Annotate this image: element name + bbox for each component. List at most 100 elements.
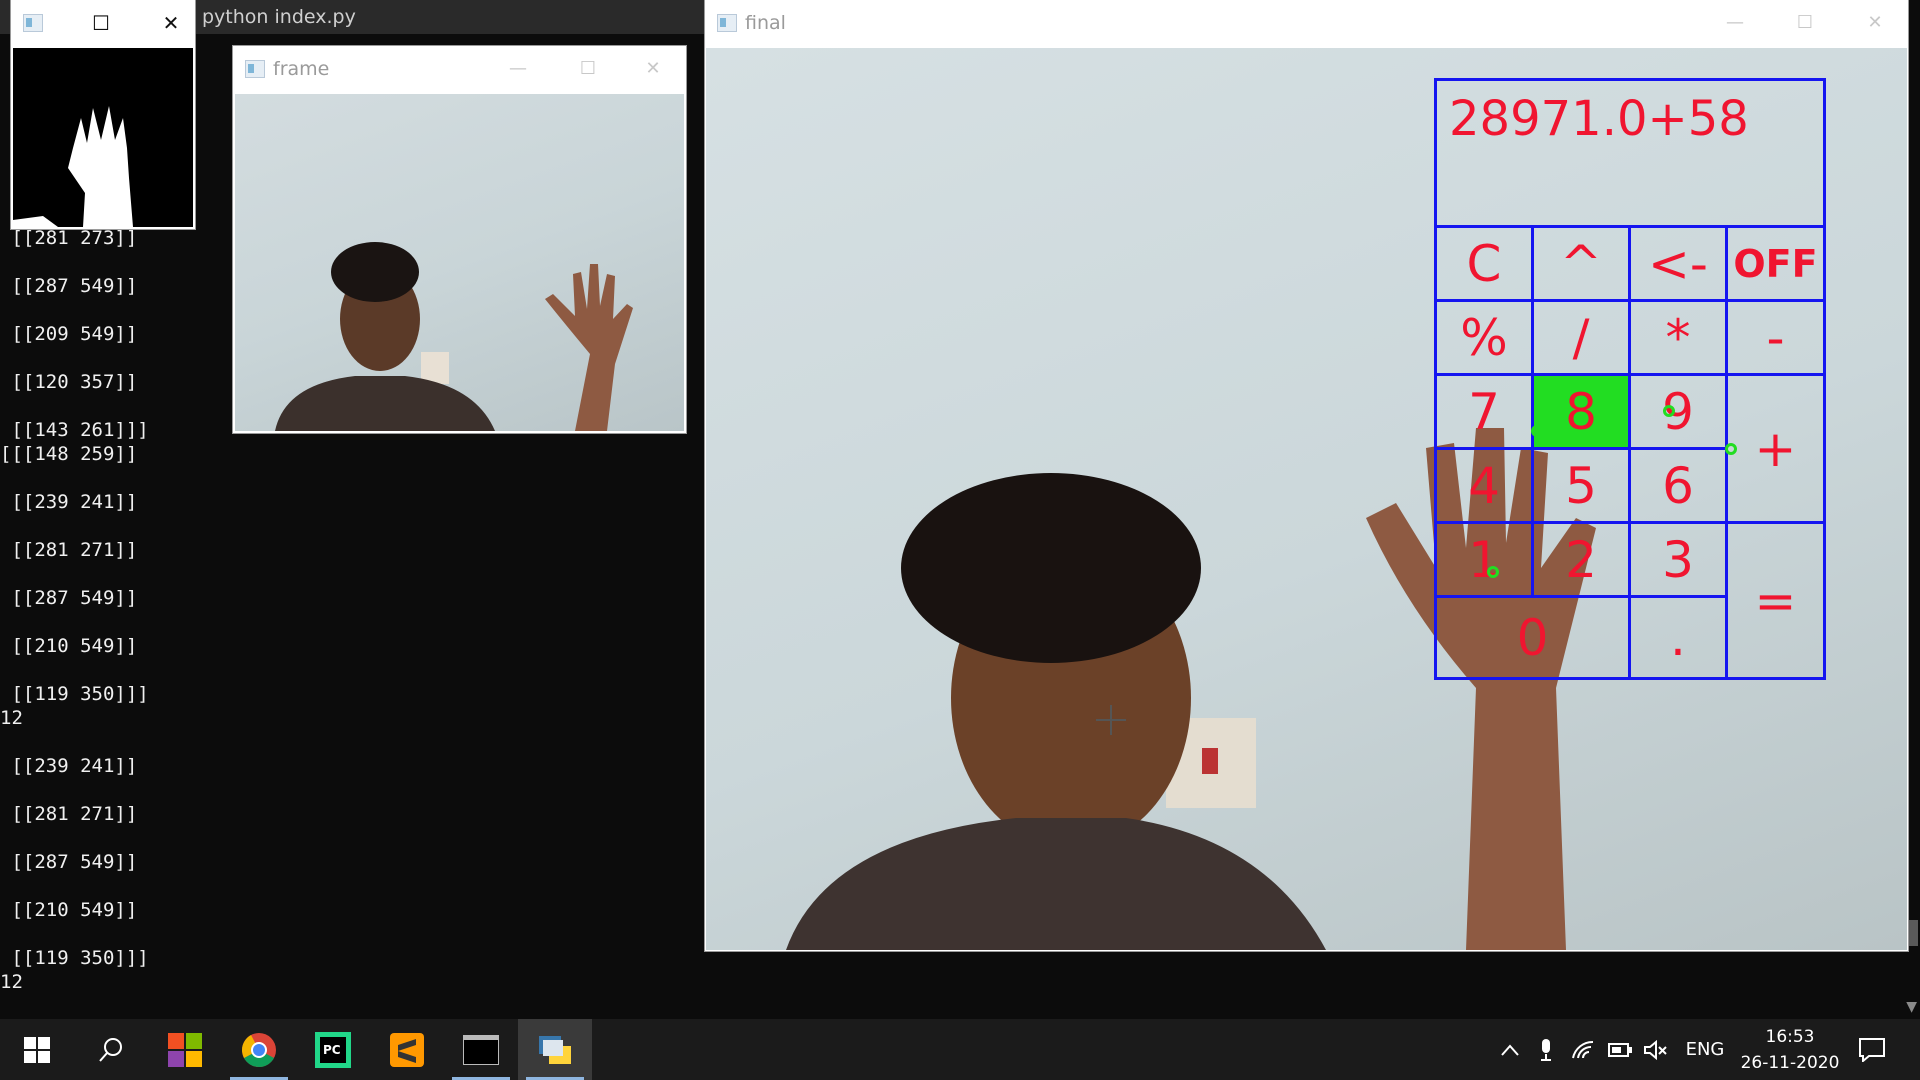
console-line: [[239 241]] [0, 491, 138, 513]
scrollbar-thumb[interactable] [1908, 920, 1918, 946]
close-button[interactable]: ✕ [151, 8, 191, 38]
key-6[interactable]: 6 [1628, 447, 1728, 524]
clock-date: 26-11-2020 [1740, 1052, 1840, 1073]
terminal-icon [463, 1034, 499, 1065]
console-line: [[287 549]] [0, 851, 138, 873]
key-power[interactable]: ^ [1531, 225, 1631, 302]
tray-volume[interactable] [1640, 1019, 1672, 1080]
key-divide[interactable]: / [1531, 299, 1631, 376]
console-line: [[281 271]] [0, 539, 138, 561]
taskbar-pycharm[interactable]: PC [296, 1019, 370, 1080]
tray-microphone[interactable] [1531, 1019, 1561, 1080]
close-button[interactable]: ✕ [1855, 8, 1895, 38]
maximize-button[interactable]: ☐ [568, 54, 608, 84]
action-center-button[interactable] [1850, 1019, 1894, 1080]
camera-frame [235, 94, 684, 431]
tray-clock[interactable]: 16:53 26-11-2020 [1735, 1019, 1845, 1080]
start-button[interactable] [0, 1019, 74, 1080]
key-off[interactable]: OFF [1725, 225, 1826, 302]
console-line: [[[148 259]] [0, 443, 138, 465]
final-camera-view: 28971.0+58 C ^ <- OFF % / * - 7 8 9 + 4 … [706, 48, 1907, 950]
tray-network[interactable] [1567, 1019, 1599, 1080]
hand-mask-image [13, 106, 133, 227]
virtual-calculator[interactable]: 28971.0+58 C ^ <- OFF % / * - 7 8 9 + 4 … [1434, 78, 1826, 680]
search-button[interactable] [74, 1019, 148, 1080]
console-line: [[281 271]] [0, 803, 138, 825]
maximize-button[interactable]: ☐ [1785, 8, 1825, 38]
taskbar-python[interactable] [518, 1019, 592, 1080]
console-line: [[119 350]]] [0, 683, 149, 705]
notification-icon [1859, 1037, 1885, 1062]
console-line: [[287 549]] [0, 587, 138, 609]
minimize-button[interactable]: — [498, 54, 538, 84]
key-minus[interactable]: - [1725, 299, 1826, 376]
taskbar-sublime[interactable] [370, 1019, 444, 1080]
tray-battery[interactable] [1604, 1019, 1636, 1080]
console-line: [[210 549]] [0, 899, 138, 921]
console-line: [[239 241]] [0, 755, 138, 777]
key-plus[interactable]: + [1725, 373, 1826, 524]
search-icon [99, 1037, 122, 1062]
taskbar-chrome[interactable] [222, 1019, 296, 1080]
key-4[interactable]: 4 [1434, 447, 1534, 524]
battery-icon [1608, 1042, 1632, 1057]
fingertip-marker [1663, 405, 1675, 417]
key-5[interactable]: 5 [1531, 447, 1631, 524]
taskbar-store[interactable] [148, 1019, 222, 1080]
pycharm-icon: PC [315, 1031, 351, 1068]
key-percent[interactable]: % [1434, 299, 1534, 376]
key-clear[interactable]: C [1434, 225, 1534, 302]
key-0[interactable]: 0 [1434, 595, 1631, 680]
scroll-down-icon[interactable]: ▼ [1906, 999, 1917, 1015]
frame-window[interactable]: frame — ☐ ✕ [233, 46, 686, 433]
svg-text:PC: PC [323, 1043, 341, 1057]
key-9[interactable]: 9 [1628, 373, 1728, 450]
minimize-button[interactable]: — [1715, 8, 1755, 38]
key-backspace[interactable]: <- [1628, 225, 1728, 302]
store-icon [168, 1032, 202, 1067]
console-line: [[210 549]] [0, 635, 138, 657]
key-decimal[interactable]: . [1628, 595, 1728, 680]
chevron-up-icon [1501, 1043, 1519, 1056]
show-hidden-icons[interactable] [1495, 1019, 1525, 1080]
calculator-display: 28971.0+58 [1434, 78, 1826, 228]
frame-titlebar[interactable]: frame — ☐ ✕ [233, 46, 686, 92]
key-3[interactable]: 3 [1628, 521, 1728, 598]
window-title: final [745, 12, 786, 34]
key-equals[interactable]: = [1725, 521, 1826, 680]
taskbar-terminal[interactable] [444, 1019, 518, 1080]
final-titlebar[interactable]: final — ☐ ✕ [705, 0, 1908, 46]
console-line: [[119 350]]] [0, 947, 149, 969]
key-1[interactable]: 1 [1434, 521, 1534, 598]
tray-language[interactable]: ENG [1680, 1019, 1730, 1080]
webcam-image [275, 242, 633, 431]
fingertip-marker [1487, 566, 1499, 578]
close-button[interactable]: ✕ [633, 54, 673, 84]
python-icon [539, 1035, 571, 1064]
maximize-button[interactable]: ☐ [81, 8, 121, 38]
microphone-icon [1541, 1038, 1551, 1061]
mask-window[interactable]: ☐ ✕ [11, 0, 195, 229]
clock-time: 16:53 [1765, 1026, 1815, 1047]
fingertip-marker [1531, 425, 1543, 437]
app-icon [23, 14, 43, 32]
windows-start-icon [24, 1036, 50, 1063]
key-7[interactable]: 7 [1434, 373, 1534, 450]
key-8[interactable]: 8 [1531, 373, 1631, 450]
volume-muted-icon [1644, 1039, 1667, 1060]
mask-titlebar[interactable]: ☐ ✕ [11, 0, 195, 48]
key-multiply[interactable]: * [1628, 299, 1728, 376]
key-2[interactable]: 2 [1531, 521, 1631, 598]
hand-mask-view [13, 48, 193, 227]
console-line: 12 [0, 707, 23, 729]
final-window[interactable]: final — ☐ ✕ 28971.0+58 C ^ <- OFF % / * [705, 0, 1908, 951]
